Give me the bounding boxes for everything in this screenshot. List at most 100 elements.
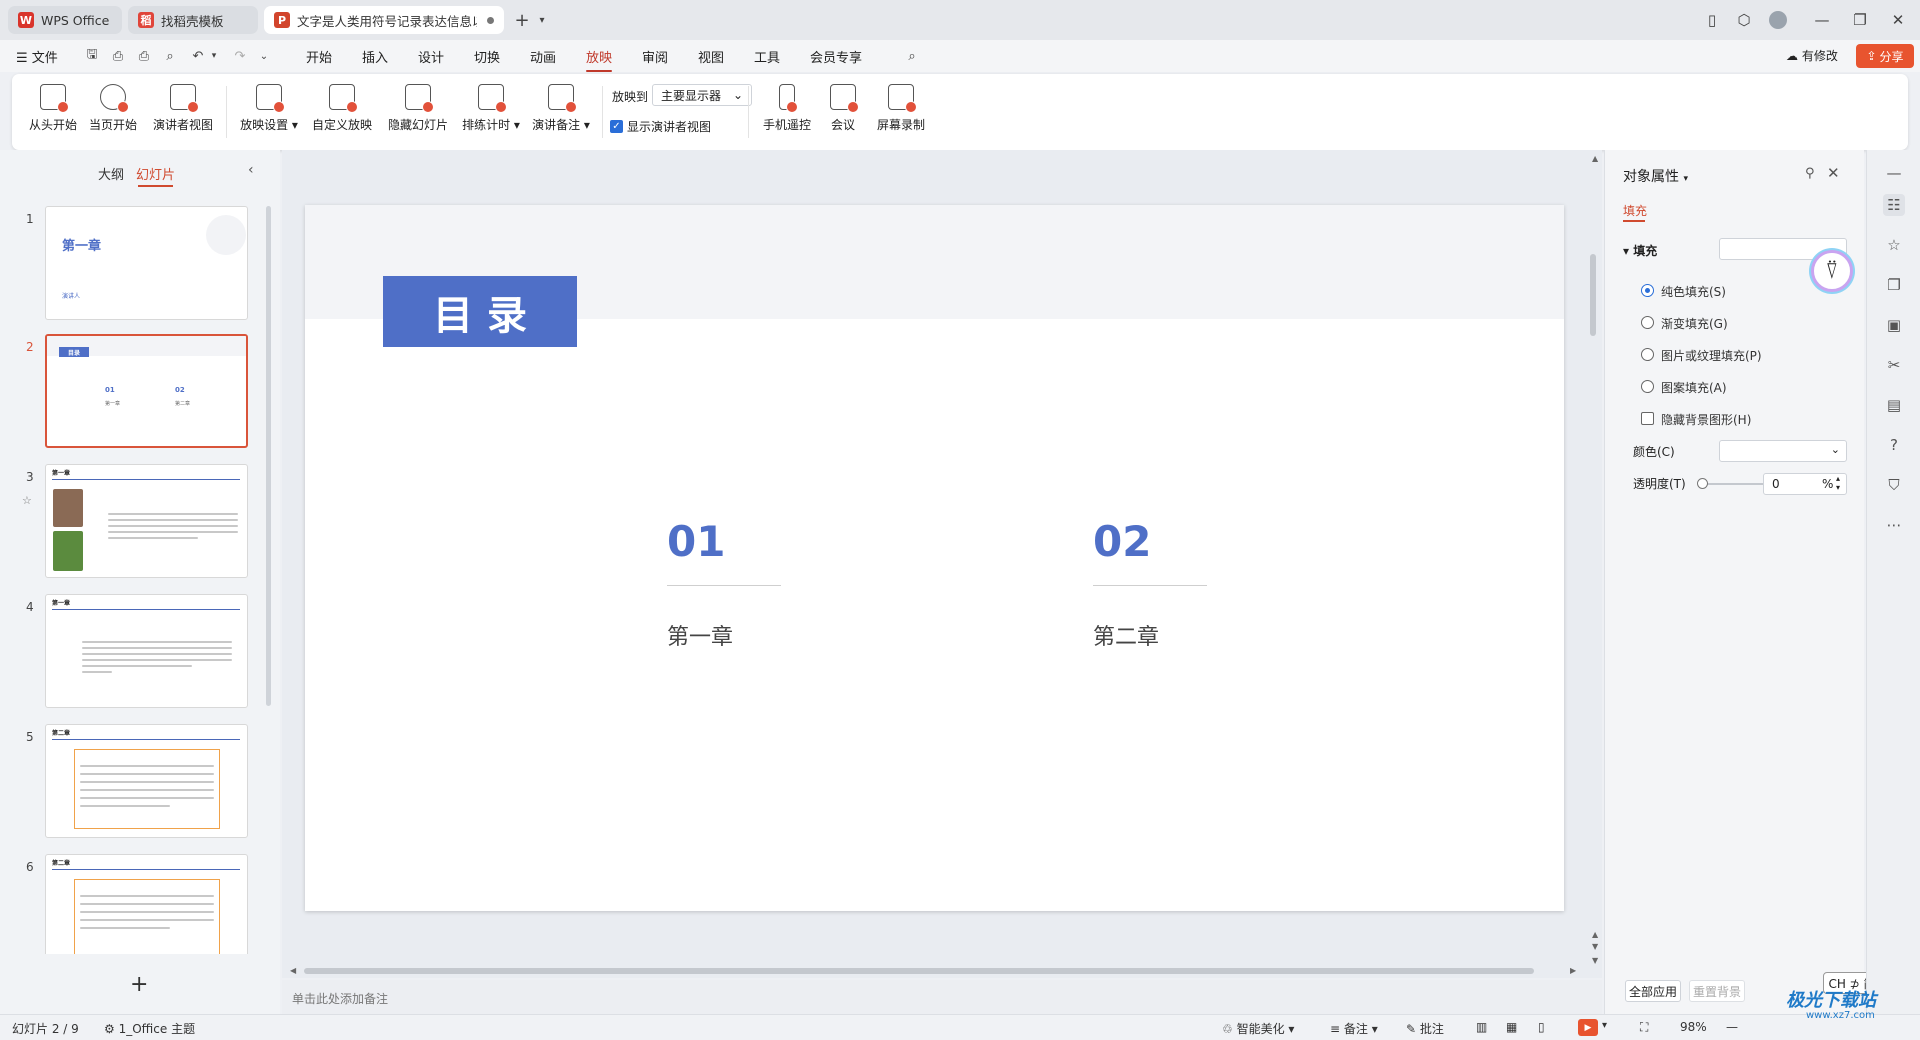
zoom-out-icon[interactable]: — [1726, 1020, 1738, 1034]
current-slide[interactable]: 目 录 01 第一章 02 第二章 [305, 205, 1564, 911]
tab-wps-office[interactable]: W WPS Office [8, 6, 122, 34]
presenter-view-button[interactable]: 演讲者视图 [148, 84, 218, 133]
slide-title[interactable]: 目 录 [383, 276, 577, 347]
copy-layout-icon[interactable]: ❐ [1883, 274, 1905, 296]
speaker-notes-button[interactable]: 演讲备注 ▾ [526, 84, 596, 133]
custom-show-button[interactable]: 自定义放映 [306, 84, 378, 133]
slide-thumb-3[interactable]: 第一章 [45, 464, 248, 578]
print-icon[interactable]: ⎙ [136, 48, 152, 64]
prev-slide-icon[interactable]: ▲ [1592, 930, 1598, 939]
menu-insert[interactable]: 插入 [362, 47, 388, 66]
slideshow-settings-button[interactable]: 放映设置 ▾ [234, 84, 304, 133]
gradient-fill-radio[interactable] [1641, 316, 1654, 329]
more-chevron-icon[interactable]: ⌄ [256, 48, 272, 64]
menu-transition[interactable]: 切换 [474, 47, 500, 66]
slide-thumb-2[interactable]: 目录 01 02 第一章 第二章 [45, 334, 248, 448]
apply-all-button[interactable]: 全部应用 [1625, 980, 1681, 1002]
from-start-button[interactable]: 从头开始 [22, 84, 84, 133]
next-slide-icon[interactable]: ▼ [1592, 956, 1598, 965]
image-edit-icon[interactable]: ▣ [1883, 314, 1905, 336]
item-number-2[interactable]: 02 [1093, 517, 1151, 566]
tab-list-chevron-icon[interactable]: ▾ [532, 10, 552, 30]
reset-bg-button[interactable]: 重置背景 [1689, 980, 1745, 1002]
scroll-up-icon[interactable]: ▲ [1592, 154, 1598, 163]
reading-view-icon[interactable]: ▯ [1538, 1020, 1545, 1034]
favorite-star-icon[interactable]: ☆ [1883, 234, 1905, 256]
cube-icon[interactable]: ⬡ [1734, 10, 1754, 30]
menu-design[interactable]: 设计 [418, 47, 444, 66]
avatar[interactable] [1768, 10, 1788, 30]
pattern-fill-radio[interactable] [1641, 380, 1654, 393]
play-to-select[interactable]: 主要显示器 ⌄ [652, 84, 752, 106]
menu-review[interactable]: 审阅 [642, 47, 668, 66]
fill-section-header[interactable]: ▾ 填充 [1623, 242, 1657, 259]
more-icon[interactable]: ⋯ [1883, 514, 1905, 536]
horizontal-scrollbar[interactable] [304, 968, 1534, 974]
solid-fill-radio[interactable] [1641, 284, 1654, 297]
help-icon[interactable]: ? [1883, 434, 1905, 456]
unsaved-dot-icon[interactable] [487, 16, 494, 24]
meeting-button[interactable]: 会议 [820, 84, 866, 133]
transparency-slider-handle[interactable] [1697, 478, 1708, 489]
panel-title[interactable]: 对象属性 ▾ [1623, 166, 1688, 186]
save-icon[interactable]: 🖫 [84, 47, 100, 64]
from-current-button[interactable]: 当页开始 [82, 84, 144, 133]
file-menu[interactable]: ☰ 文件 [16, 47, 58, 66]
tab-template[interactable]: 稻 找稻壳模板 [128, 6, 258, 34]
tab-slides[interactable]: 幻灯片 [136, 164, 175, 187]
search-icon[interactable]: ⌕ [904, 48, 920, 64]
thumb-scrollbar[interactable] [266, 206, 271, 706]
notes-toggle[interactable]: ≡ 备注 ▾ [1330, 1020, 1378, 1037]
sorter-view-icon[interactable]: ▦ [1506, 1020, 1517, 1034]
collapse-panel-icon[interactable]: ‹ [248, 162, 254, 178]
undo-chevron-icon[interactable]: ▾ [206, 48, 222, 64]
notes-pane[interactable]: 单击此处添加备注 [282, 980, 1602, 1014]
pin-icon[interactable]: ⚲ [1805, 166, 1815, 181]
item-label-1[interactable]: 第一章 [667, 619, 733, 651]
comments-toggle[interactable]: ✎ 批注 [1406, 1020, 1444, 1037]
close-panel-icon[interactable]: ✕ [1827, 164, 1840, 182]
transparency-slider-track[interactable] [1701, 483, 1767, 485]
picture-fill-radio[interactable] [1641, 348, 1654, 361]
slide-thumb-6[interactable]: 第二章 [45, 854, 248, 954]
slide-thumb-4[interactable]: 第一章 [45, 594, 248, 708]
phone-remote-button[interactable]: 手机遥控 [756, 84, 818, 133]
tab-outline[interactable]: 大纲 [98, 164, 124, 183]
export-icon[interactable]: ⎙ [110, 48, 126, 64]
screen-record-button[interactable]: 屏幕录制 [870, 84, 932, 133]
theme-name[interactable]: ⚙ 1_Office 主题 [104, 1020, 195, 1037]
modified-status[interactable]: ☁ 有修改 [1786, 47, 1838, 64]
menu-view[interactable]: 视图 [698, 47, 724, 66]
redo-icon[interactable]: ↷ [232, 48, 248, 64]
menu-member[interactable]: 会员专享 [810, 47, 862, 66]
layout-icon[interactable]: ▯ [1702, 10, 1722, 30]
collapse-icon[interactable]: — [1883, 162, 1905, 184]
menu-slideshow[interactable]: 放映 [586, 47, 613, 72]
item-label-2[interactable]: 第二章 [1093, 619, 1159, 651]
rehearse-button[interactable]: 排练计时 ▾ [458, 84, 524, 133]
share-button[interactable]: ⇪ 分享 [1856, 44, 1914, 68]
notes-placeholder[interactable]: 单击此处添加备注 [292, 990, 388, 1007]
book-icon[interactable]: ▤ [1883, 394, 1905, 416]
play-slideshow-button[interactable]: ▶ [1578, 1019, 1598, 1036]
print-preview-icon[interactable]: ⌕ [162, 48, 178, 64]
fit-window-icon[interactable]: ⛶ [1640, 1020, 1648, 1035]
menu-animation[interactable]: 动画 [530, 47, 556, 66]
scroll-right-icon[interactable]: ▶ [1570, 966, 1576, 975]
undo-icon[interactable]: ↶ [190, 48, 206, 64]
add-slide-button[interactable]: + [130, 972, 148, 997]
spinner-icon[interactable]: ▴ ▾ [1836, 474, 1840, 492]
properties-icon[interactable]: ☷ [1883, 194, 1905, 216]
menu-home[interactable]: 开始 [306, 47, 332, 66]
normal-view-icon[interactable]: ▥ [1476, 1020, 1487, 1034]
smart-beautify-button[interactable]: ♲ 智能美化 ▾ [1222, 1020, 1294, 1037]
assistant-bot-icon[interactable]: ⍢ [1811, 250, 1853, 292]
tab-document[interactable]: P 文字是人类用符号记录表达信息以 [264, 6, 504, 34]
tools-icon[interactable]: ✂ [1883, 354, 1905, 376]
star-icon[interactable]: ☆ [22, 494, 32, 507]
item-number-1[interactable]: 01 [667, 517, 725, 566]
new-tab-icon[interactable]: + [512, 10, 532, 31]
menu-tools[interactable]: 工具 [754, 47, 780, 66]
color-select[interactable]: ⌄ [1719, 440, 1847, 462]
zoom-level[interactable]: 98% [1680, 1020, 1707, 1034]
